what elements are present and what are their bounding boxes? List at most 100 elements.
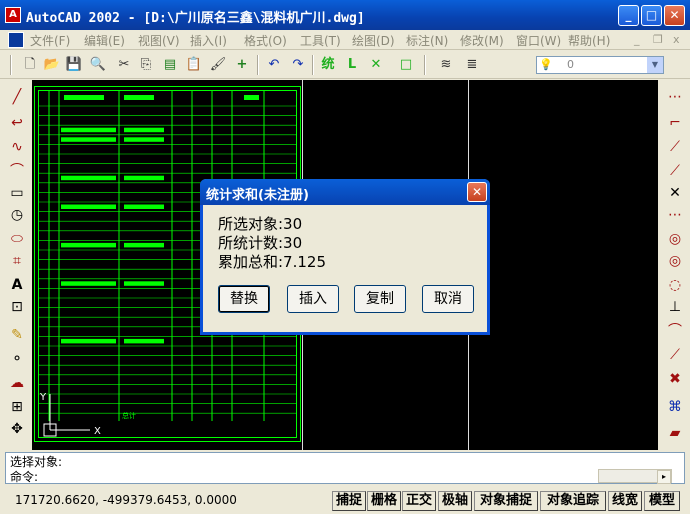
menu-file[interactable]: 文件(F) [30,32,70,49]
text-icon[interactable]: A [6,274,28,296]
undo-icon[interactable]: ↶ [264,55,284,75]
standard-toolbar: 🗋 📂 💾 🔍 ✂ ⎘ ▤ 📋 🖌 + ↶ ↷ 统 L ✕ □ ≋ ≣ 💡 0 … [0,51,690,79]
cut-icon[interactable]: ✂ [114,55,134,75]
polyline-icon[interactable]: ∿ [6,136,28,158]
copy-clip-icon[interactable]: ▤ [160,55,180,75]
move-object-icon[interactable]: ⋯ [664,204,686,226]
redo-icon[interactable]: ↷ [288,55,308,75]
mdi-close-button[interactable]: x [673,33,680,46]
menu-insert[interactable]: 插入(I) [190,32,227,49]
layers-icon[interactable]: ≋ [436,55,456,75]
command-window[interactable]: 选择对象: 命令: ▸ [5,452,685,484]
line-icon[interactable]: ╱ [6,86,28,108]
trim-icon[interactable]: ⊥ [664,296,686,318]
draw-toolbar: ╱ ↩ ∿ ⌒ ▭ ◷ ⬭ ⌗ A ⊡ ✎ ⚬ ☁ ⊞ ✥ [0,80,32,450]
insert-button[interactable]: 插入 [287,285,339,313]
cross-icon[interactable]: ✕ [366,55,386,75]
insert-block-icon[interactable]: ⊡ [6,296,28,318]
command-scrollbar[interactable]: ▸ [598,469,672,484]
eraser-icon[interactable]: ▰ [664,422,686,444]
copy-icon[interactable]: ⎘ [136,55,156,75]
scale-icon[interactable]: ◎ [664,250,686,272]
polar-toggle[interactable]: 极轴 [438,491,472,511]
modify-toolbar: ⋯ ⌐ ⟋ ⟋ ✕ ⋯ ◎ ◎ ◌ ⊥ ⌒ ⟋ ✖ ⌘ ▰ [658,80,690,450]
table-cell-fill [124,338,164,344]
table-cell-fill [61,281,116,286]
ucs-axis-icon: Y X [39,392,101,437]
menu-view[interactable]: 视图(V) [138,32,180,49]
layer-previous-icon[interactable]: ≣ [462,55,482,75]
l-shape-icon[interactable]: L [342,55,362,75]
title-bar[interactable]: A AutoCAD 2002 - [D:\广川原名三鑫\混料机广川.dwg] _… [0,0,690,30]
chevron-down-icon[interactable]: ▼ [647,57,663,73]
lineweight-toggle[interactable]: 线宽 [608,491,642,511]
array-icon[interactable]: ⊞ [6,396,28,418]
coordinates-display[interactable]: 171720.6620, -499379.6453, 0.0000 [15,493,237,507]
minimize-button[interactable]: _ [618,5,639,26]
copy-button[interactable]: 复制 [354,285,406,313]
copy-object-icon[interactable]: ⌐ [664,112,686,134]
hatch-icon[interactable]: ⌗ [6,250,28,272]
square-icon[interactable]: □ [396,55,416,75]
open-folder-icon[interactable]: 📂 [42,55,62,75]
spell-check-icon[interactable]: 🔍 [88,55,108,75]
menu-edit[interactable]: 编辑(E) [84,32,125,49]
menu-tools[interactable]: 工具(T) [300,32,341,49]
cancel-button[interactable]: 取消 [422,285,474,313]
construction-line-icon[interactable]: ↩ [6,112,28,134]
break-icon[interactable]: ⟋ [664,344,686,366]
stretch-icon[interactable]: ◌ [664,274,686,296]
document-icon[interactable] [8,32,24,48]
osnap-toggle[interactable]: 对象捕捉 [474,491,538,511]
delete-x-icon[interactable]: ✖ [664,368,686,390]
edit-icon[interactable]: ✎ [6,324,28,346]
match-properties-icon[interactable]: 🖌 [208,55,228,75]
autocad-app-icon[interactable]: A [5,7,21,23]
move-icon[interactable]: ✥ [6,418,28,440]
paste-icon[interactable]: 📋 [184,55,204,75]
wipeout-icon[interactable]: ☁ [6,372,28,394]
command-prompt[interactable]: 命令: [10,468,38,485]
statistics-icon[interactable]: 统 [318,55,338,75]
toolbar-grip[interactable] [10,55,12,75]
menu-modify[interactable]: 修改(M) [460,32,504,49]
scroll-right-icon[interactable]: ▸ [657,470,671,484]
ortho-toggle[interactable]: 正交 [402,491,436,511]
lightbulb-icon: 💡 [539,58,553,71]
rectangle-icon[interactable]: ▭ [6,182,28,204]
extend-icon[interactable]: ⌒ [664,320,686,342]
model-toggle[interactable]: 模型 [644,491,680,511]
menu-dimension[interactable]: 标注(N) [406,32,448,49]
save-icon[interactable]: 💾 [64,55,84,75]
dialog-close-button[interactable]: ✕ [467,182,487,202]
status-bar: 171720.6620, -499379.6453, 0.0000 捕捉 栅格 … [0,488,690,514]
fillet-icon[interactable]: ⌘ [664,396,686,418]
arc-icon[interactable]: ⌒ [6,160,28,182]
axis-x-label: X [94,426,101,437]
otrack-toggle[interactable]: 对象追踪 [540,491,606,511]
mdi-minimize-button[interactable]: _ [634,33,640,46]
menu-draw[interactable]: 绘图(D) [352,32,395,49]
array-object-icon[interactable]: ✕ [664,182,686,204]
new-file-icon[interactable]: 🗋 [20,55,40,75]
add-icon[interactable]: + [232,55,252,75]
menu-help[interactable]: 帮助(H) [568,32,610,49]
close-button[interactable]: ✕ [664,5,685,26]
grid-toggle[interactable]: 栅格 [367,491,401,511]
region-icon[interactable]: ⚬ [6,348,28,370]
circle-icon[interactable]: ◷ [6,204,28,226]
layer-dropdown[interactable]: 💡 0 ▼ [536,56,664,74]
dialog-title-bar[interactable]: 统计求和(未注册) ✕ [200,179,490,205]
offset-icon[interactable]: ⟋ [664,160,686,182]
mirror-icon[interactable]: ⟋ [664,136,686,158]
maximize-button[interactable]: □ [641,5,662,26]
menu-window[interactable]: 窗口(W) [516,32,561,49]
table-cell-fill [124,242,164,248]
snap-toggle[interactable]: 捕捉 [332,491,366,511]
rotate-icon[interactable]: ◎ [664,228,686,250]
menu-format[interactable]: 格式(O) [244,32,287,49]
ellipse-icon[interactable]: ⬭ [6,228,28,250]
mdi-restore-button[interactable]: ❐ [653,33,663,46]
replace-button[interactable]: 替换 [218,285,270,313]
erase-icon[interactable]: ⋯ [664,86,686,108]
